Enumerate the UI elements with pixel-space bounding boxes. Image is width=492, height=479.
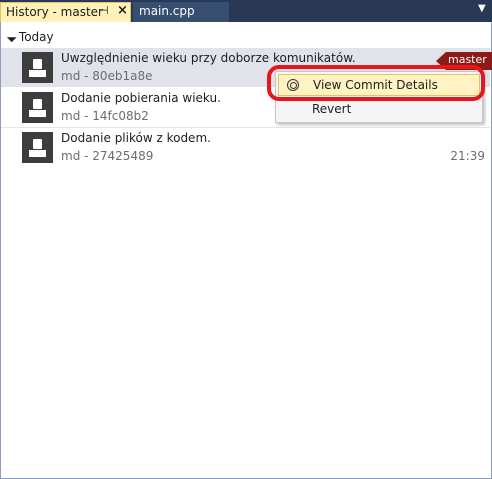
close-icon[interactable]: × — [117, 3, 128, 18]
tab-main-cpp[interactable]: main.cpp — [133, 2, 229, 22]
group-label: Today — [18, 30, 54, 44]
commit-meta: md - 80eb1a8e — [61, 69, 153, 83]
expander-triangle-icon[interactable]: ◢ — [5, 32, 17, 44]
menu-item-label: Revert — [312, 102, 352, 116]
tab-title: main.cpp — [139, 4, 195, 18]
tab-overflow-dropdown-icon[interactable]: ▼ — [478, 3, 486, 14]
tab-title: History - master — [6, 5, 103, 19]
menu-item-revert[interactable]: Revert — [278, 99, 480, 121]
document-tab-bar: History - master ⊣ × main.cpp ▼ — [0, 0, 492, 22]
pin-icon[interactable]: ⊣ — [99, 4, 109, 17]
tab-history-master[interactable]: History - master ⊣ × — [0, 2, 131, 22]
group-header-today[interactable]: ◢Today — [5, 30, 54, 44]
avatar — [22, 52, 53, 83]
commit-message: Dodanie pobierania wieku. — [61, 91, 221, 105]
commit-message: Uwzględnienie wieku przy doborze komunik… — [61, 51, 356, 65]
commit-message: Dodanie plików z kodem. — [61, 131, 211, 145]
commit-row[interactable]: Dodanie plików z kodem. md - 27425489 21… — [1, 128, 490, 167]
avatar — [22, 92, 53, 123]
commit-meta: md - 14fc08b2 — [61, 109, 149, 123]
commit-meta: md - 27425489 — [61, 149, 154, 163]
commit-time: 21:39 — [450, 149, 485, 163]
avatar — [22, 132, 53, 163]
highlight-annotation — [267, 65, 485, 101]
